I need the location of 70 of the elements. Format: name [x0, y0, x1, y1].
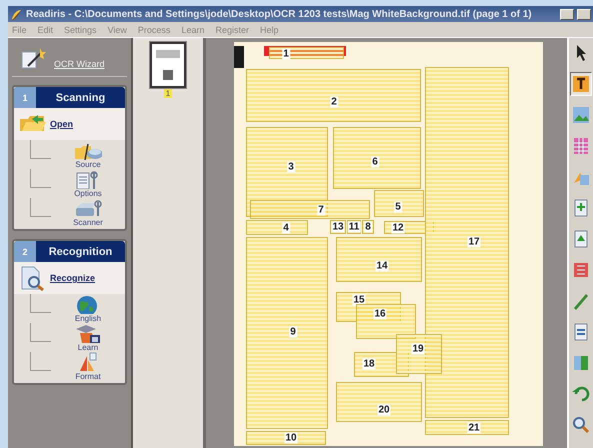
- zone-number: 9: [289, 326, 297, 338]
- panel-title: Recognition: [48, 244, 114, 260]
- text-zone[interactable]: 21: [425, 420, 509, 435]
- pen-icon: [571, 291, 591, 311]
- text-zone[interactable]: 20: [336, 382, 422, 422]
- step-number: 1: [14, 87, 36, 108]
- zone-number: 7: [317, 204, 325, 216]
- zone-number: 14: [375, 260, 389, 272]
- picture-icon: [571, 105, 591, 125]
- corner-block: [234, 46, 244, 68]
- panel-title: Scanning: [54, 90, 106, 106]
- text-zone[interactable]: 6: [333, 127, 421, 189]
- zone-number: 10: [284, 432, 298, 444]
- text-zone[interactable]: 19: [396, 334, 442, 374]
- zone-number: 17: [467, 236, 481, 248]
- magnifier-icon: [571, 415, 591, 435]
- text-zone[interactable]: 1: [269, 47, 344, 59]
- text-zone[interactable]: 14: [336, 237, 422, 282]
- step-label[interactable]: Source: [75, 160, 101, 169]
- action-link[interactable]: Open: [50, 119, 74, 129]
- tree-connector: [30, 323, 51, 342]
- zone-number: 15: [352, 294, 366, 306]
- step-label[interactable]: Format: [75, 372, 101, 381]
- app-logo-icon: [10, 8, 23, 20]
- maximize-button[interactable]: [577, 8, 591, 20]
- zone-number: 6: [371, 156, 379, 168]
- text-zone[interactable]: 2: [246, 69, 421, 122]
- window-title: Readiris - C:\Documents and Settings\jode\Desktop\OCR 1203 tests\Mag WhiteBackground.tif (page 1 of 1): [26, 8, 533, 20]
- minimize-button[interactable]: [560, 8, 574, 20]
- text-zone[interactable]: 9: [246, 237, 328, 429]
- step-label[interactable]: English: [74, 314, 102, 323]
- tree-connector: [30, 140, 51, 159]
- lines-page-icon: [571, 260, 591, 280]
- zone-number: 5: [394, 202, 402, 212]
- zone-number: 4: [282, 222, 290, 234]
- table-grid-icon: [571, 136, 591, 156]
- wizard-wand-icon: [20, 46, 48, 70]
- page-thumbnail[interactable]: [150, 42, 186, 88]
- text-zone[interactable]: 10: [246, 431, 326, 445]
- tool-button[interactable]: [570, 72, 592, 96]
- zone-number: 18: [362, 358, 376, 370]
- step-label[interactable]: Learn: [78, 343, 98, 352]
- zone-number: 21: [467, 422, 481, 434]
- text-zone[interactable]: 16: [356, 304, 416, 339]
- zone-number: 1: [282, 48, 290, 60]
- zone-number: 12: [391, 222, 405, 233]
- step-label[interactable]: Options: [74, 189, 102, 198]
- text-zone[interactable]: 4: [246, 220, 308, 235]
- text-zone[interactable]: 7: [250, 200, 370, 219]
- step-label[interactable]: Scanner: [73, 218, 103, 227]
- text-zone[interactable]: 5: [374, 190, 424, 217]
- text-zone[interactable]: 17: [425, 67, 509, 418]
- tree-connector: [30, 169, 51, 188]
- scanner-icon: [74, 198, 102, 218]
- tree-connector: [30, 294, 51, 313]
- tree-connector: [30, 198, 51, 217]
- split-block-icon: [571, 353, 591, 373]
- page-number: 1: [164, 89, 172, 98]
- zone-number: 19: [411, 344, 425, 354]
- step-number: 2: [14, 241, 36, 262]
- undo-arrow-icon: [571, 384, 591, 404]
- tree-connector: [30, 352, 51, 371]
- text-letter-icon: [571, 74, 591, 94]
- zone-number: 3: [287, 162, 295, 172]
- zone-number: 2: [330, 96, 338, 108]
- text-zone[interactable]: 18: [354, 352, 409, 377]
- zone-number: 16: [373, 308, 387, 320]
- zone-number: 20: [377, 404, 391, 416]
- action-link[interactable]: Recognize: [50, 273, 96, 283]
- cap-book-icon: [74, 323, 102, 343]
